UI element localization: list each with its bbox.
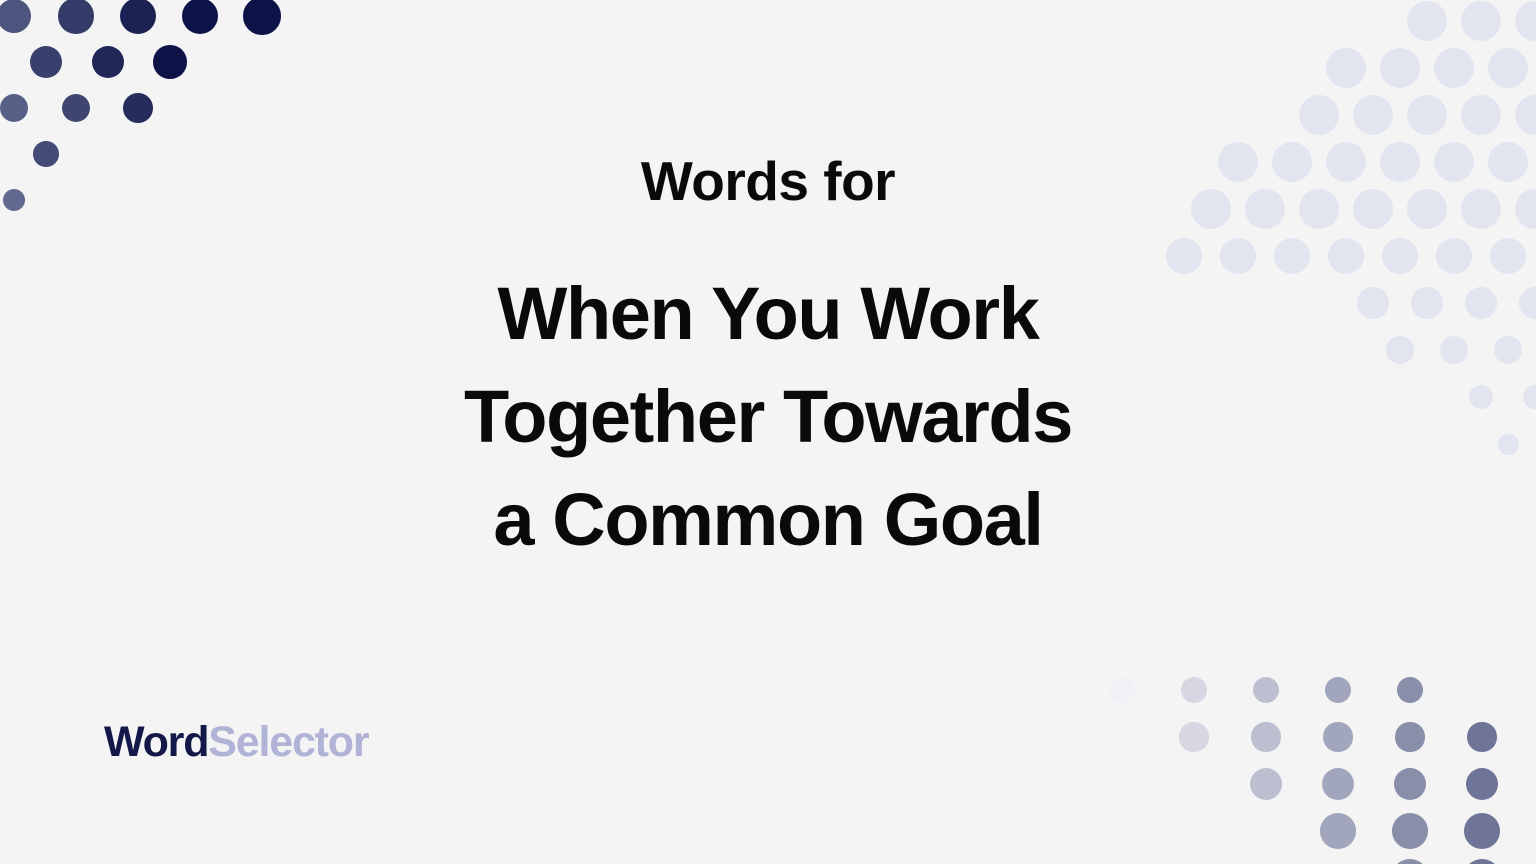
page-title-line-2: Together Towards [463, 375, 1073, 459]
brand-logo[interactable]: WordSelector [104, 718, 370, 767]
page-canvas: Words for When You Work Together Towards… [0, 0, 1536, 864]
brand-logo-selector: Selector [208, 718, 369, 766]
eyebrow-label: Words for [640, 150, 896, 212]
page-title-line-3: a Common Goal [493, 478, 1044, 562]
page-title: When You Work Together Towards a Common … [463, 263, 1073, 572]
brand-logo-word: Word [104, 718, 209, 766]
page-title-line-1: When You Work [497, 272, 1040, 356]
